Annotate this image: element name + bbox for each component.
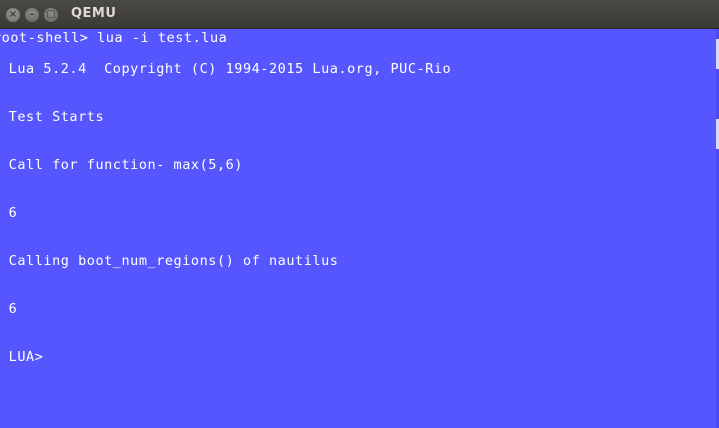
lua-prompt[interactable]: LUA> (0, 349, 43, 365)
minimize-icon: – (29, 9, 35, 20)
lua-version-line: Lua 5.2.4 Copyright (C) 1994-2015 Lua.or… (0, 61, 452, 77)
close-icon: × (8, 9, 18, 20)
close-button[interactable]: × (6, 8, 20, 22)
shell-command-line: root-shell> lua -i test.lua (0, 30, 228, 46)
output-line: 6 (0, 301, 18, 317)
vm-screen[interactable]: root-shell> lua -i test.lua Lua 5.2.4 Co… (0, 29, 719, 428)
output-line: 6 (0, 205, 18, 221)
qemu-window: × – ▢ QEMU root-shell> lua -i test.lua L… (0, 0, 719, 428)
output-line: Call for function- max(5,6) (0, 157, 243, 173)
minimize-button[interactable]: – (25, 8, 39, 22)
window-title: QEMU (71, 6, 117, 21)
output-line: Test Starts (0, 109, 105, 125)
title-bar[interactable]: × – ▢ QEMU (0, 0, 719, 29)
maximize-icon: ▢ (46, 9, 56, 20)
maximize-button[interactable]: ▢ (44, 8, 58, 22)
output-line: Calling boot_num_regions() of nautilus (0, 253, 339, 269)
